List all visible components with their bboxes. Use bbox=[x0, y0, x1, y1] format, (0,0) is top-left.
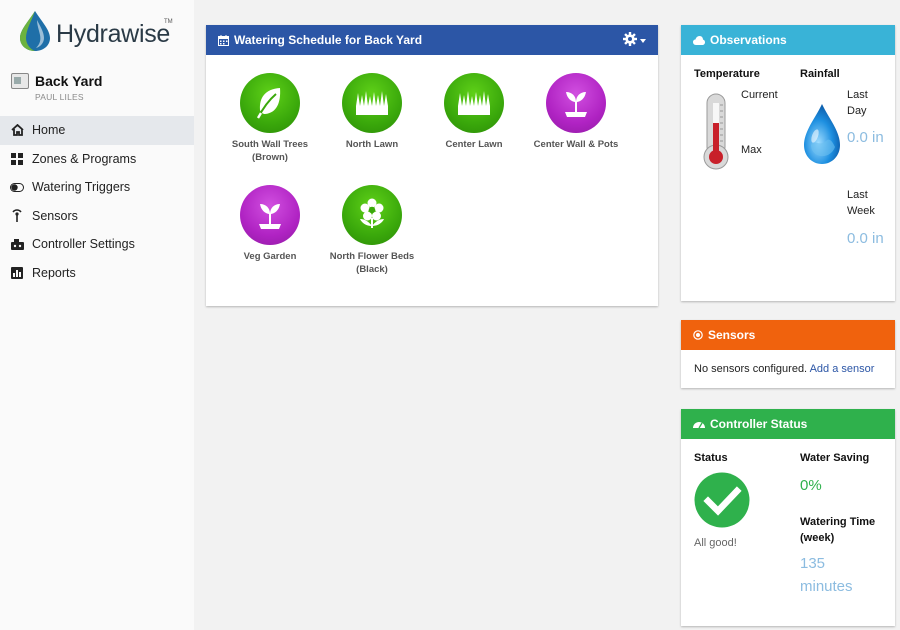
sidebar-item-zones-programs[interactable]: Zones & Programs bbox=[0, 145, 194, 174]
zone-name: North Lawn bbox=[345, 139, 399, 150]
sidebar-item-watering-triggers[interactable]: Watering Triggers bbox=[0, 173, 194, 202]
sidebar: Hydrawise TM Back Yard PAUL LILES Home Z… bbox=[0, 0, 194, 630]
sidebar-item-home[interactable]: Home bbox=[0, 116, 194, 145]
logo-text: Hydrawise bbox=[56, 20, 170, 48]
zone-name: South Wall Trees (Brown) bbox=[215, 138, 325, 164]
sidebar-item-label: Home bbox=[32, 123, 66, 138]
schedule-settings-dropdown[interactable] bbox=[623, 32, 646, 49]
zone-name: Center Lawn bbox=[445, 139, 503, 150]
sidebar-item-label: Sensors bbox=[32, 208, 78, 223]
status-label: Status bbox=[694, 452, 728, 464]
zone-icon-circle bbox=[546, 73, 606, 133]
zone-tile[interactable]: North Flower Beds (Black) bbox=[317, 185, 427, 276]
zone-tile[interactable]: South Wall Trees (Brown) bbox=[215, 73, 325, 164]
watering-schedule-title: Watering Schedule for Back Yard bbox=[234, 33, 423, 47]
rainfall-last-day-label: Last Day bbox=[847, 89, 868, 117]
rainfall-last-week-value: 0.0 in bbox=[847, 230, 884, 247]
zone-subtitle: (Black) bbox=[356, 264, 388, 275]
water-saving-label: Water Saving bbox=[800, 452, 870, 464]
sidebar-item-controller-settings[interactable]: Controller Settings bbox=[0, 230, 194, 259]
watering-time-label: Watering Time (week) bbox=[800, 516, 876, 544]
home-icon bbox=[10, 123, 24, 137]
logo-trademark: TM bbox=[164, 19, 173, 25]
zone-icon-circle bbox=[240, 73, 300, 133]
cloud-icon bbox=[693, 35, 705, 45]
controller-name: Back Yard bbox=[35, 73, 103, 89]
dashboard-icon bbox=[693, 420, 705, 429]
grid-icon bbox=[10, 152, 24, 166]
grass-icon bbox=[458, 91, 490, 115]
calendar-icon bbox=[218, 34, 229, 46]
water-drop-logo-icon bbox=[20, 11, 50, 51]
temperature-label: Temperature bbox=[694, 68, 760, 80]
check-circle-icon bbox=[694, 472, 750, 528]
sidebar-item-label: Controller Settings bbox=[32, 237, 135, 252]
controller-status-header: Controller Status bbox=[681, 409, 895, 439]
zone-icon-circle bbox=[342, 185, 402, 245]
zone-name-text: South Wall Trees bbox=[231, 139, 309, 150]
zone-tile[interactable]: North Lawn bbox=[317, 73, 427, 151]
zone-icon-circle bbox=[240, 185, 300, 245]
temperature-max-label: Max bbox=[741, 144, 762, 156]
hydrawise-logo[interactable]: Hydrawise TM bbox=[18, 10, 178, 52]
sidebar-item-label: Zones & Programs bbox=[32, 151, 137, 166]
sensors-title: Sensors bbox=[708, 328, 756, 342]
watering-schedule-panel: Watering Schedule for Back Yard South Wa… bbox=[206, 25, 658, 306]
sensor-target-icon bbox=[693, 330, 703, 340]
observations-title: Observations bbox=[710, 33, 787, 47]
zone-tile[interactable]: Center Wall & Pots bbox=[521, 73, 631, 151]
zone-tile[interactable]: Center Lawn bbox=[419, 73, 529, 151]
controller-user: PAUL LILES bbox=[35, 92, 84, 102]
flower-icon bbox=[360, 198, 384, 228]
rainfall-last-day-value: 0.0 in bbox=[847, 129, 884, 146]
watering-time-value: 135 minutes bbox=[800, 555, 853, 595]
sidebar-item-label: Watering Triggers bbox=[32, 180, 131, 195]
sensors-message-row: No sensors configured. Add a sensor bbox=[694, 361, 874, 377]
add-sensor-link[interactable]: Add a sensor bbox=[810, 363, 875, 375]
zone-tile[interactable]: Veg Garden bbox=[215, 185, 325, 263]
sidebar-item-label: Reports bbox=[32, 265, 76, 280]
controller-status-panel: Controller Status Status All good! Water… bbox=[681, 409, 895, 626]
controller-status-title: Controller Status bbox=[710, 417, 808, 431]
observations-panel: Observations Temperature Current Max Rai… bbox=[681, 25, 895, 301]
sensors-panel: Sensors No sensors configured. Add a sen… bbox=[681, 320, 895, 388]
thermometer-icon bbox=[703, 93, 729, 170]
antenna-icon bbox=[10, 209, 24, 223]
zone-name: Veg Garden bbox=[243, 251, 297, 262]
chevron-down-icon bbox=[640, 38, 646, 43]
sensors-header: Sensors bbox=[681, 320, 895, 350]
toggle-icon bbox=[10, 180, 24, 194]
sidebar-item-reports[interactable]: Reports bbox=[0, 259, 194, 288]
water-saving-value: 0% bbox=[800, 477, 822, 494]
sprout-icon bbox=[259, 204, 281, 229]
zone-icon-circle bbox=[342, 73, 402, 133]
controller-icon bbox=[10, 237, 24, 251]
sidebar-item-sensors[interactable]: Sensors bbox=[0, 202, 194, 231]
status-text: All good! bbox=[694, 537, 737, 549]
zone-name-text: North Flower Beds bbox=[329, 251, 415, 262]
gear-icon bbox=[623, 32, 637, 49]
zone-subtitle: (Brown) bbox=[252, 152, 288, 163]
sprout-icon bbox=[565, 92, 587, 117]
rainfall-label: Rainfall bbox=[800, 68, 840, 80]
sensors-message: No sensors configured. bbox=[694, 363, 808, 375]
grass-icon bbox=[356, 91, 388, 115]
controller-device-icon bbox=[11, 73, 29, 89]
zone-name: Center Wall & Pots bbox=[533, 139, 619, 150]
raindrop-icon bbox=[804, 104, 840, 164]
zone-name: North Flower Beds (Black) bbox=[317, 250, 427, 276]
sidebar-nav: Home Zones & Programs Watering Triggers … bbox=[0, 116, 194, 287]
observations-header: Observations bbox=[681, 25, 895, 55]
zone-icon-circle bbox=[444, 73, 504, 133]
watering-schedule-header: Watering Schedule for Back Yard bbox=[206, 25, 658, 55]
rainfall-last-week-label: Last Week bbox=[847, 189, 875, 217]
bar-chart-icon bbox=[10, 266, 24, 280]
leaf-icon bbox=[256, 88, 281, 119]
temperature-current-label: Current bbox=[741, 89, 778, 101]
